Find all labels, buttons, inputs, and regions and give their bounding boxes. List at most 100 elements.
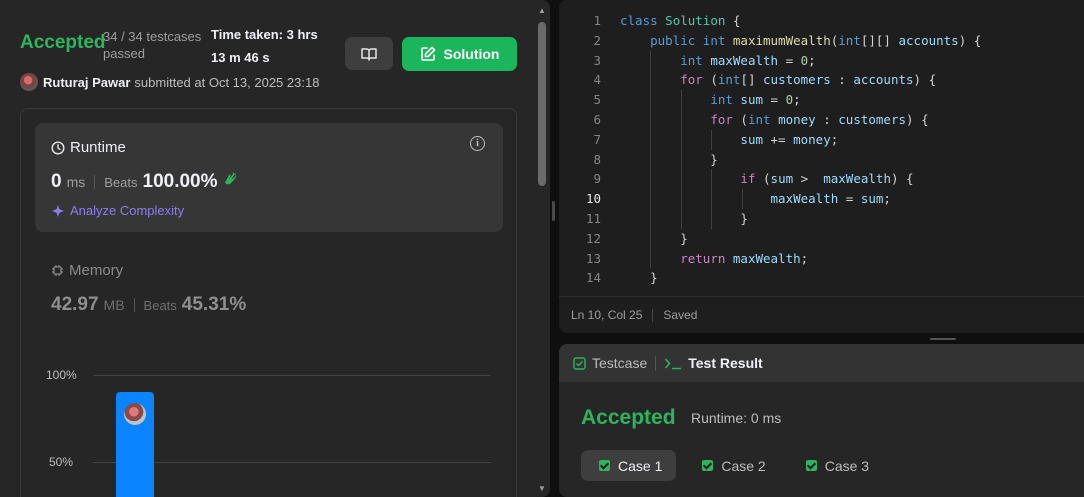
- code-text: for (int money : customers) {: [710, 111, 929, 127]
- code-text: public int maximumWealth(int[][] account…: [650, 32, 982, 48]
- time-taken: Time taken: 3 hrs 13 m 46 s: [211, 27, 318, 65]
- tab-test-result-label: Test Result: [688, 355, 763, 371]
- distribution-bar[interactable]: [116, 392, 154, 497]
- code-line[interactable]: 8 }: [559, 149, 1084, 170]
- line-number: 2: [593, 32, 601, 48]
- tab-testcase[interactable]: Testcase: [573, 355, 647, 371]
- code-line[interactable]: 10 maxWealth = sum;: [559, 189, 1084, 209]
- memory-title: Memory: [69, 262, 124, 279]
- code-line[interactable]: 9 if (sum > maxWealth) {: [559, 169, 1084, 190]
- tab-testcase-label: Testcase: [592, 355, 648, 371]
- runtime-value: 0: [51, 171, 62, 192]
- result-runtime: Runtime: 0 ms: [691, 410, 782, 426]
- code-line[interactable]: 4 for (int[] customers : accounts) {: [559, 70, 1084, 91]
- submitted-at: submitted at Oct 13, 2025 23:18: [134, 74, 320, 90]
- code-line[interactable]: 11 }: [559, 208, 1084, 229]
- save-state: Saved: [663, 308, 698, 322]
- code-text: return maxWealth;: [680, 250, 809, 266]
- memory-beats-label: Beats: [143, 298, 177, 313]
- submission-status: Accepted: [20, 32, 106, 53]
- code-line[interactable]: 3 int maxWealth = 0;: [559, 50, 1084, 71]
- vertical-splitter-handle[interactable]: [552, 201, 555, 221]
- edit-icon: [420, 46, 435, 61]
- case-tabs: Case 1 Case 2 Case 3: [581, 450, 883, 481]
- code-text: if (sum > maxWealth) {: [740, 171, 914, 187]
- submission-panel: Accepted 34 / 34 testcases passed Time t…: [0, 0, 550, 497]
- code-text: for (int[] customers : accounts) {: [680, 72, 937, 88]
- code-text: }: [620, 230, 688, 246]
- check-icon: [805, 460, 817, 471]
- line-number: 10: [585, 191, 601, 207]
- scroll-down-arrow[interactable]: ▼: [538, 484, 546, 493]
- code-text: int sum = 0;: [710, 92, 801, 108]
- code-line[interactable]: 2 public int maximumWealth(int[][] accou…: [559, 31, 1084, 51]
- runtime-stats: 0 ms Beats 100.00%: [51, 171, 238, 193]
- code-text: }: [620, 210, 748, 226]
- memory-unit: MB: [103, 297, 125, 313]
- divider: [133, 298, 135, 312]
- memory-header[interactable]: Memory: [51, 262, 123, 279]
- code-text: }: [620, 270, 658, 286]
- code-line[interactable]: 5 int sum = 0;: [559, 90, 1084, 110]
- editorial-button[interactable]: [345, 37, 393, 70]
- code-text: maxWealth = sum;: [770, 191, 891, 207]
- line-number: 12: [585, 230, 601, 246]
- line-number: 13: [585, 250, 601, 266]
- case-tab-3[interactable]: Case 3: [788, 450, 883, 481]
- code-text: sum += money;: [740, 131, 839, 147]
- result-tabs: Testcase Test Result: [559, 344, 1084, 382]
- divider: [652, 308, 654, 322]
- analyze-complexity-link[interactable]: Analyze Complexity: [51, 203, 184, 218]
- line-number: 5: [593, 92, 601, 108]
- code-line[interactable]: 7 sum += money;: [559, 129, 1084, 150]
- memory-value: 42.97: [51, 294, 99, 315]
- case-label: Case 3: [824, 457, 870, 474]
- code-text: }: [620, 151, 718, 167]
- code-line[interactable]: 13 return maxWealth;: [559, 248, 1084, 269]
- avatar[interactable]: [20, 73, 38, 91]
- avatar: [124, 403, 146, 426]
- analyze-complexity-label: Analyze Complexity: [70, 203, 185, 218]
- terminal-icon: [665, 357, 682, 369]
- result-status: Accepted: [581, 406, 676, 429]
- test-result-panel: Testcase Test Result Accepted Runtime: 0…: [559, 344, 1084, 497]
- runtime-beats-percent: 100.00%: [142, 171, 218, 192]
- solution-button-label: Solution: [443, 46, 500, 62]
- scrollbar-thumb[interactable]: [538, 22, 546, 186]
- submitter-info: Ruturaj Pawar submitted at Oct 13, 2025 …: [20, 73, 319, 91]
- runtime-card[interactable]: Runtime i 0 ms Beats 100.00% Analyze Com…: [35, 123, 503, 232]
- runtime-unit: ms: [66, 174, 86, 190]
- testcases-summary: 34 / 34 testcases passed: [103, 29, 202, 61]
- tab-test-result[interactable]: Test Result: [664, 355, 763, 371]
- code-text: class Solution {: [620, 13, 741, 28]
- clap-icon: [224, 172, 237, 185]
- line-number: 6: [593, 111, 601, 127]
- info-icon[interactable]: i: [470, 136, 485, 151]
- code-editor[interactable]: 1 class Solution { 2 public int maximumWea…: [559, 0, 1084, 333]
- code-line[interactable]: 14 }: [559, 268, 1084, 288]
- divider: [655, 355, 657, 371]
- case-tab-2[interactable]: Case 2: [684, 450, 779, 481]
- case-tab-1[interactable]: Case 1: [581, 450, 677, 481]
- horizontal-splitter-handle[interactable]: [930, 338, 956, 340]
- line-number: 7: [593, 131, 601, 147]
- code-line[interactable]: 1 class Solution {: [559, 11, 1084, 31]
- code-line[interactable]: 6 for (int money : customers) {: [559, 109, 1084, 130]
- line-number: 8: [593, 151, 601, 167]
- cursor-position: Ln 10, Col 25: [571, 308, 643, 322]
- memory-beats-percent: 45.31%: [181, 294, 247, 315]
- tick-label-100: 100%: [46, 368, 77, 382]
- code-lines[interactable]: 1 class Solution { 2 public int maximumWea…: [559, 11, 1084, 288]
- runtime-beats-label: Beats: [104, 175, 138, 190]
- line-number: 1: [593, 13, 601, 28]
- checkbox-icon: [573, 356, 586, 370]
- check-icon: [599, 460, 610, 471]
- book-icon: [361, 47, 377, 61]
- code-line[interactable]: 12 }: [559, 228, 1084, 249]
- solution-button[interactable]: Solution: [402, 37, 517, 71]
- line-number: 11: [585, 210, 601, 226]
- submitter-name[interactable]: Ruturaj Pawar: [43, 75, 130, 90]
- line-number: 14: [585, 270, 601, 286]
- tick-label-50: 50%: [49, 455, 74, 469]
- scroll-up-arrow[interactable]: ▲: [538, 6, 546, 15]
